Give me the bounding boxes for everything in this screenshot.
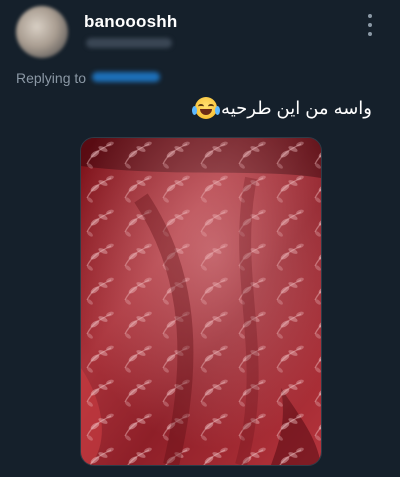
avatar[interactable] bbox=[16, 6, 68, 58]
fabric-image bbox=[81, 138, 321, 465]
more-options-icon[interactable] bbox=[366, 14, 374, 36]
reply-handle-link[interactable] bbox=[92, 72, 160, 82]
username-blurred bbox=[86, 38, 172, 48]
tweet-text: واسه من این طرحیه bbox=[192, 97, 372, 119]
tweet-text-body: واسه من این طرحیه bbox=[221, 97, 372, 118]
tweet-photo[interactable] bbox=[80, 137, 322, 466]
display-name[interactable]: banoooshh bbox=[84, 12, 177, 32]
replying-to-label: Replying to bbox=[16, 70, 87, 86]
face-with-tears-of-joy-icon bbox=[192, 97, 221, 119]
tweet-card: banoooshh Replying to واسه من این طرحیه bbox=[0, 0, 400, 477]
